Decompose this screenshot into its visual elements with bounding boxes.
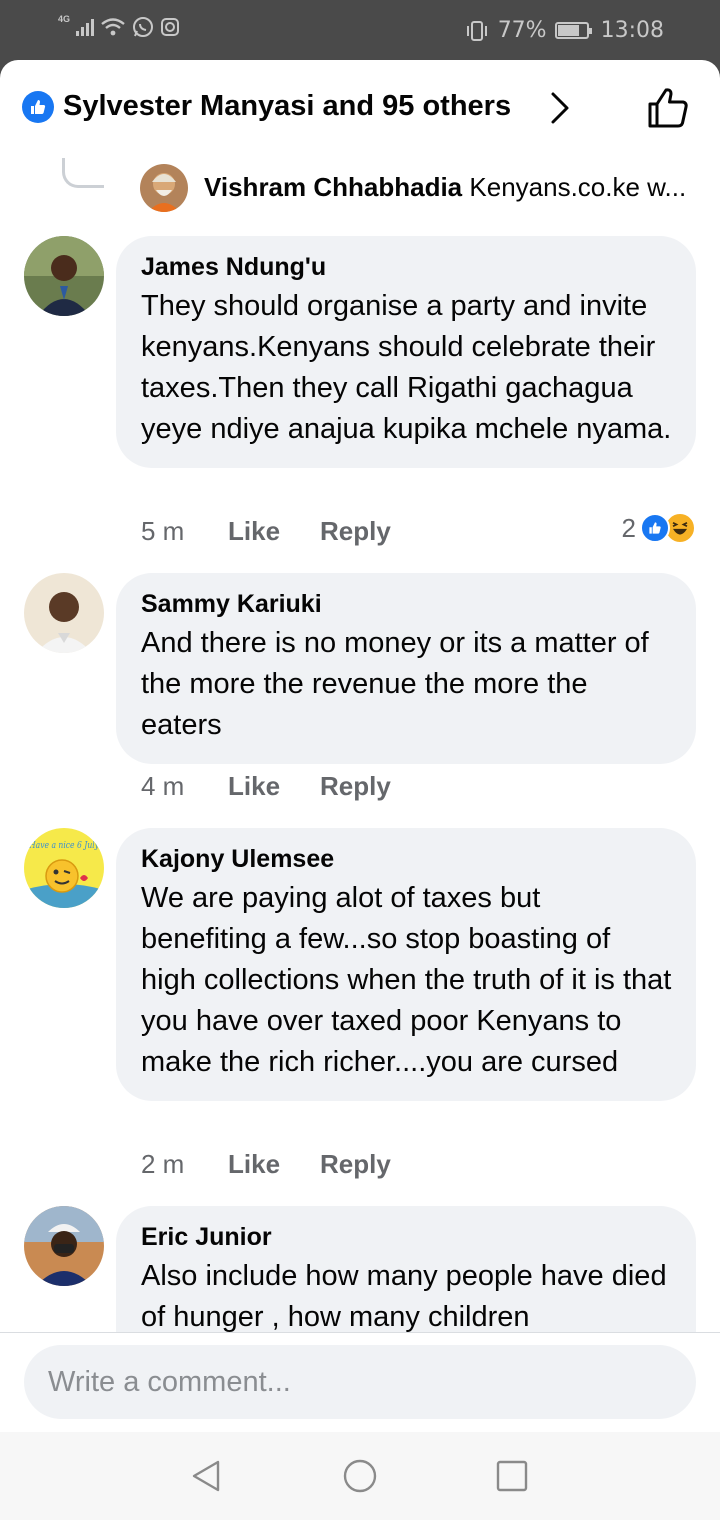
android-nav-bar bbox=[0, 1432, 720, 1520]
like-button[interactable]: Like bbox=[228, 516, 320, 547]
reply-button[interactable]: Reply bbox=[320, 1149, 391, 1180]
reply-button[interactable]: Reply bbox=[320, 771, 391, 802]
wifi-icon bbox=[101, 18, 125, 36]
comment-bubble[interactable]: Kajony Ulemsee We are paying alot of tax… bbox=[116, 828, 696, 1101]
avatar-greeting: Have a nice 6 July bbox=[28, 841, 100, 851]
comment-actions: 5 m Like Reply bbox=[141, 516, 391, 547]
comments-sheet: Sylvester Manyasi and 95 others Vishram … bbox=[0, 60, 720, 1520]
reactions-summary[interactable]: Sylvester Manyasi and 95 others bbox=[63, 90, 511, 123]
instagram-icon bbox=[161, 18, 180, 36]
comment-reactions[interactable]: 2 bbox=[622, 512, 696, 544]
comment-time[interactable]: 2 m bbox=[141, 1149, 228, 1180]
like-button[interactable]: Like bbox=[228, 771, 320, 802]
reply-button[interactable]: Reply bbox=[320, 516, 391, 547]
reply-preview[interactable]: Vishram Chhabhadia Kenyans.co.ke w... bbox=[204, 172, 694, 203]
recents-icon[interactable] bbox=[494, 1458, 530, 1494]
avatar-james[interactable] bbox=[24, 236, 104, 316]
comment-time[interactable]: 5 m bbox=[141, 516, 228, 547]
reply-snippet: Kenyans.co.ke w... bbox=[469, 172, 687, 202]
like-badge-icon bbox=[22, 91, 54, 123]
comment-text: Also include how many people have died o… bbox=[141, 1260, 667, 1333]
status-bar: 4G 77% 13:08 bbox=[0, 0, 720, 62]
avatar-sammy[interactable] bbox=[24, 573, 104, 653]
status-right: 77% 13:08 bbox=[464, 18, 664, 43]
battery-icon bbox=[554, 22, 592, 39]
avatar-eric[interactable] bbox=[24, 1206, 104, 1286]
comment-bubble[interactable]: James Ndung'u They should organise a par… bbox=[116, 236, 696, 468]
clock: 13:08 bbox=[600, 18, 664, 43]
comment-author[interactable]: Kajony Ulemsee bbox=[141, 844, 672, 874]
comment-time[interactable]: 4 m bbox=[141, 771, 228, 802]
network-type: 4G bbox=[58, 14, 71, 24]
reply-author: Vishram Chhabhadia bbox=[204, 172, 463, 202]
like-button[interactable]: Like bbox=[228, 1149, 320, 1180]
avatar-vishram[interactable] bbox=[140, 164, 188, 212]
comment-author[interactable]: Eric Junior bbox=[141, 1222, 672, 1252]
home-icon[interactable] bbox=[342, 1458, 378, 1494]
comment-bubble[interactable]: Sammy Kariuki And there is no money or i… bbox=[116, 573, 696, 764]
comment-text: They should organise a party and invite … bbox=[141, 290, 672, 445]
comment-composer bbox=[0, 1332, 720, 1432]
whatsapp-icon bbox=[133, 17, 154, 37]
comment-text: We are paying alot of taxes but benefiti… bbox=[141, 882, 672, 1078]
signal-icon bbox=[76, 18, 95, 36]
reply-thread-line bbox=[62, 158, 104, 188]
avatar-kajony[interactable]: Have a nice 6 July bbox=[24, 828, 104, 908]
thumbs-up-outline-icon[interactable] bbox=[644, 84, 692, 132]
chevron-right-icon[interactable] bbox=[548, 90, 572, 126]
comment-author[interactable]: James Ndung'u bbox=[141, 252, 672, 282]
reaction-count: 2 bbox=[621, 512, 636, 543]
like-reaction-icon bbox=[640, 513, 670, 543]
reactions-header[interactable]: Sylvester Manyasi and 95 others bbox=[0, 60, 720, 156]
comment-author[interactable]: Sammy Kariuki bbox=[141, 589, 672, 619]
status-left: 4G bbox=[58, 14, 180, 38]
vibrate-icon bbox=[466, 20, 487, 41]
comment-actions: 4 m Like Reply bbox=[141, 771, 391, 802]
comment-input[interactable] bbox=[24, 1345, 696, 1419]
back-icon[interactable] bbox=[188, 1458, 224, 1494]
battery-percent: 77% bbox=[497, 18, 547, 43]
comment-text: And there is no money or its a matter of… bbox=[141, 627, 649, 741]
comment-actions: 2 m Like Reply bbox=[141, 1149, 391, 1180]
